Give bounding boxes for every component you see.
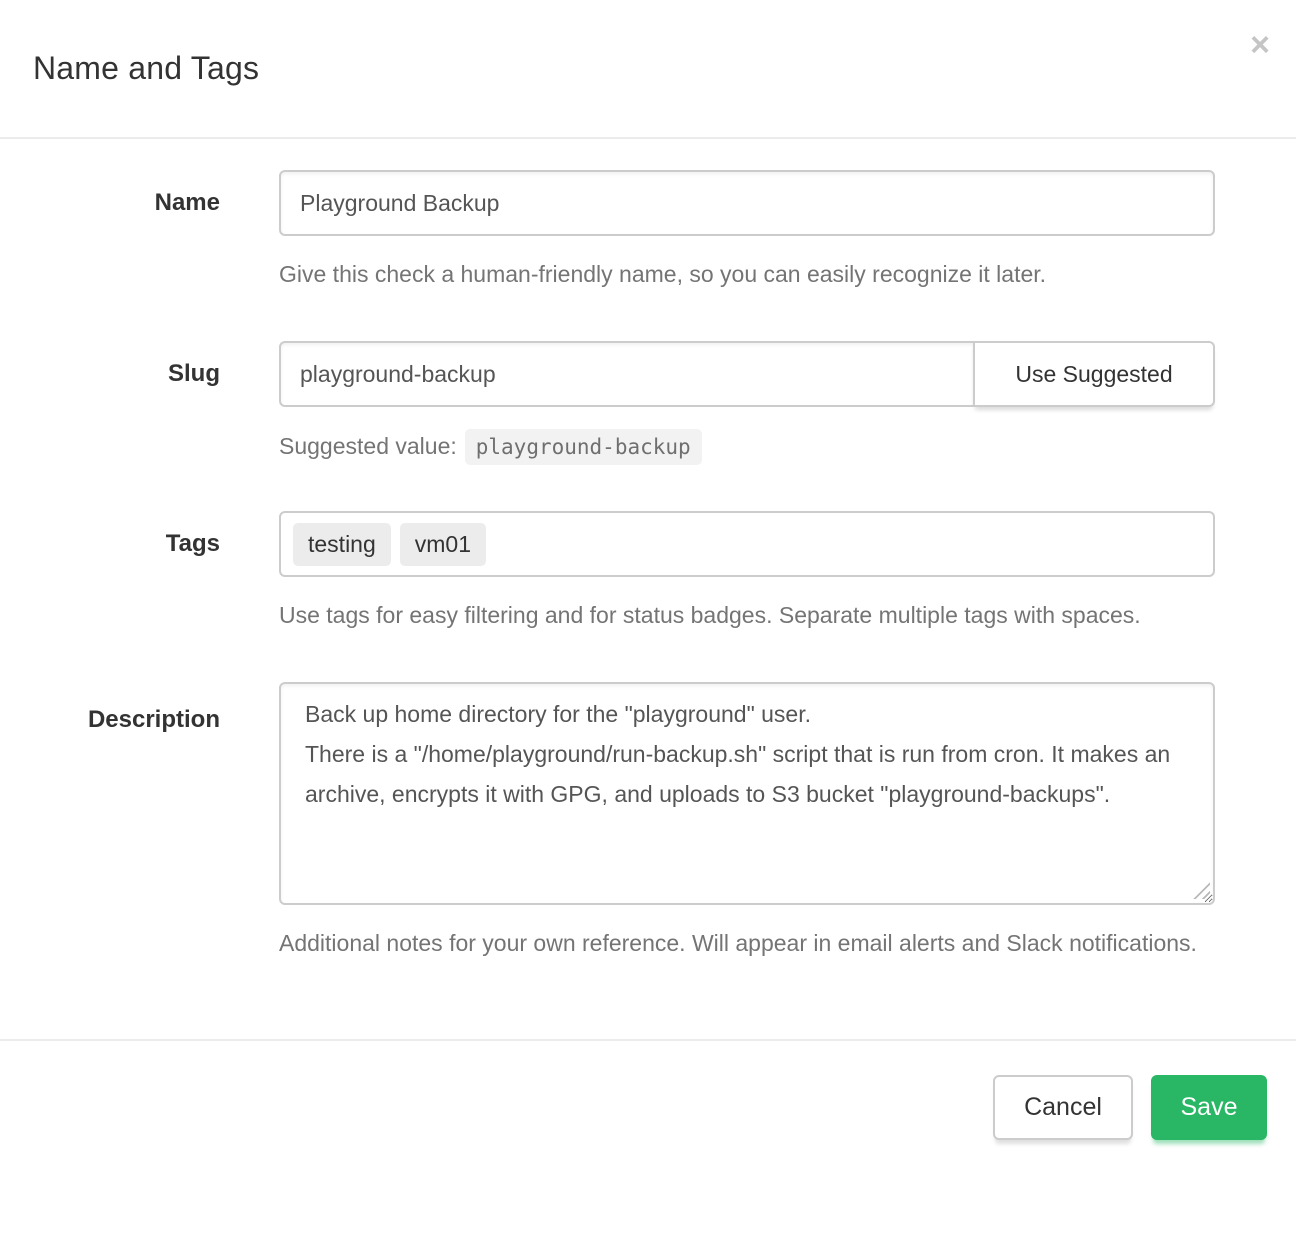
description-control: Back up home directory for the "playgrou… [279, 682, 1215, 963]
description-textarea-wrap: Back up home directory for the "playgrou… [279, 682, 1215, 905]
suggested-value-code: playground-backup [465, 429, 702, 465]
name-help-text: Give this check a human-friendly name, s… [279, 254, 1215, 294]
tag-chip[interactable]: vm01 [400, 523, 486, 566]
name-form-group: Name Give this check a human-friendly na… [0, 170, 1296, 294]
tags-input[interactable]: testing vm01 [279, 511, 1215, 577]
slug-control: Use Suggested Suggested value: playground… [279, 341, 1215, 469]
slug-input[interactable] [279, 341, 975, 407]
name-control: Give this check a human-friendly name, s… [279, 170, 1215, 294]
use-suggested-button[interactable]: Use Suggested [973, 341, 1215, 407]
tags-control: testing vm01 Use tags for easy filtering… [279, 511, 1215, 635]
close-icon[interactable]: × [1250, 28, 1270, 62]
suggested-value-prefix: Suggested value: [279, 433, 457, 459]
name-and-tags-modal: Name and Tags × Name Give this check a h… [0, 0, 1296, 1140]
tag-chip[interactable]: testing [293, 523, 391, 566]
slug-input-group: Use Suggested [279, 341, 1215, 407]
description-help-text: Additional notes for your own reference.… [279, 923, 1215, 963]
description-form-group: Description Back up home directory for t… [0, 682, 1296, 963]
modal-body: Name Give this check a human-friendly na… [0, 139, 1296, 963]
description-textarea[interactable]: Back up home directory for the "playgrou… [279, 682, 1215, 905]
save-button[interactable]: Save [1151, 1075, 1267, 1140]
suggested-value-line: Suggested value: playground-backup [279, 424, 1215, 469]
name-label: Name [0, 170, 220, 294]
name-input[interactable] [279, 170, 1215, 236]
cancel-button[interactable]: Cancel [993, 1075, 1133, 1140]
tags-label: Tags [0, 511, 220, 635]
slug-label: Slug [0, 341, 220, 469]
modal-footer: Cancel Save [0, 1039, 1296, 1140]
modal-header: Name and Tags × [0, 0, 1296, 139]
tags-help-text: Use tags for easy filtering and for stat… [279, 595, 1215, 635]
tags-form-group: Tags testing vm01 Use tags for easy filt… [0, 511, 1296, 635]
description-label: Description [0, 682, 220, 963]
slug-form-group: Slug Use Suggested Suggested value: playg… [0, 341, 1296, 469]
modal-title: Name and Tags [33, 50, 259, 87]
